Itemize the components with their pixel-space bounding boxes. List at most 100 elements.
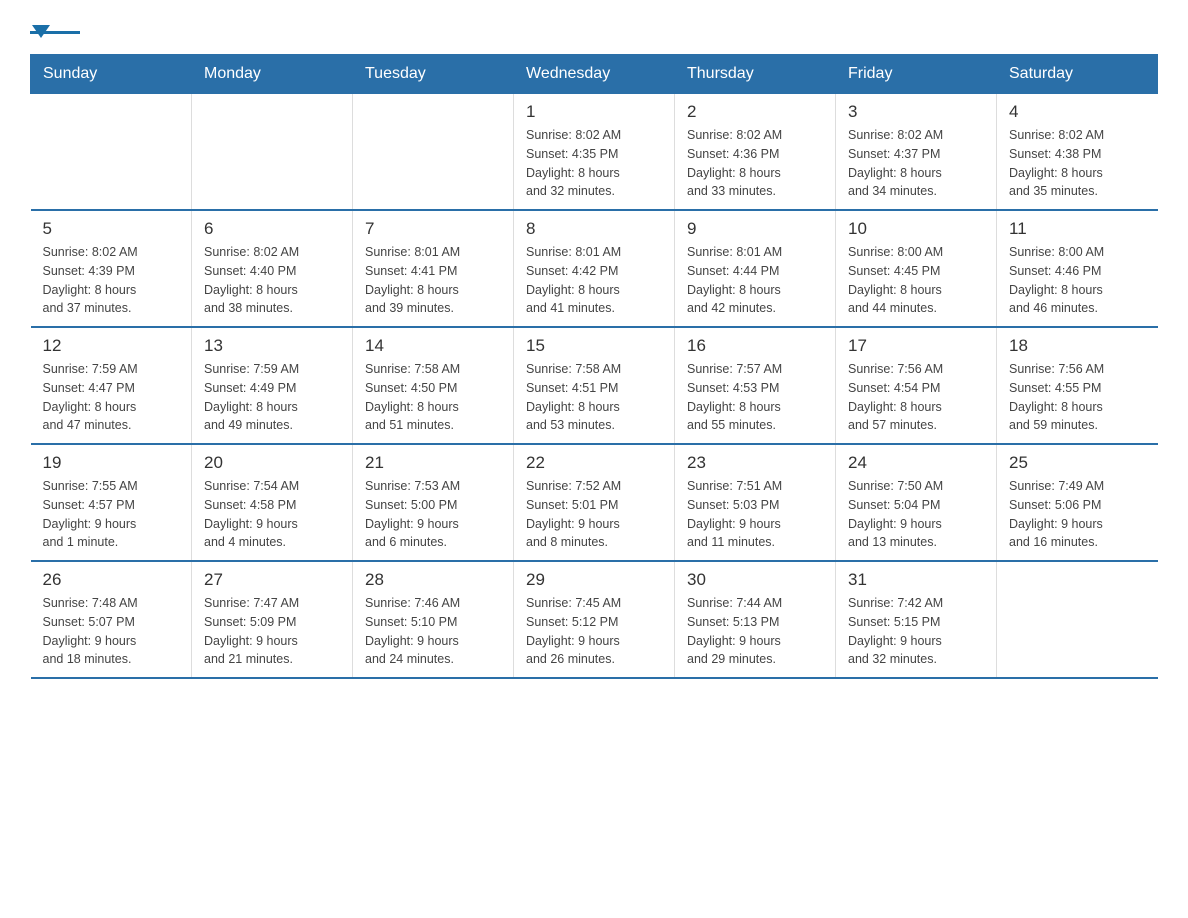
- day-number: 29: [526, 570, 662, 590]
- day-of-week-header: Friday: [836, 55, 997, 94]
- day-info: Sunrise: 8:02 AMSunset: 4:35 PMDaylight:…: [526, 126, 662, 201]
- calendar-day-cell: [192, 94, 353, 211]
- calendar-week-row: 26 Sunrise: 7:48 AMSunset: 5:07 PMDayligh…: [31, 561, 1158, 678]
- day-number: 30: [687, 570, 823, 590]
- calendar-day-cell: 24Sunrise: 7:50 AMSunset: 5:04 PMDayligh…: [836, 444, 997, 561]
- calendar-day-cell: 17 Sunrise: 7:56 AMSunset: 4:54 PMDayligh…: [836, 327, 997, 444]
- day-info: Sunrise: 7:44 AMSunset: 5:13 PMDaylight:…: [687, 594, 823, 669]
- day-number: 19: [43, 453, 180, 473]
- day-number: 4: [1009, 102, 1146, 122]
- day-number: 9: [687, 219, 823, 239]
- day-info: Sunrise: 8:02 AMSunset: 4:38 PMDaylight:…: [1009, 126, 1146, 201]
- calendar-week-row: 1Sunrise: 8:02 AMSunset: 4:35 PMDaylight…: [31, 94, 1158, 211]
- day-info: Sunrise: 7:46 AMSunset: 5:10 PMDaylight:…: [365, 594, 501, 669]
- day-number: 21: [365, 453, 501, 473]
- calendar-day-cell: 9 Sunrise: 8:01 AMSunset: 4:44 PMDaylight…: [675, 210, 836, 327]
- day-number: 26: [43, 570, 180, 590]
- day-info: Sunrise: 7:48 AMSunset: 5:07 PMDaylight:…: [43, 594, 180, 669]
- calendar-day-cell: 29 Sunrise: 7:45 AMSunset: 5:12 PMDayligh…: [514, 561, 675, 678]
- calendar-day-cell: 22 Sunrise: 7:52 AMSunset: 5:01 PMDayligh…: [514, 444, 675, 561]
- day-info: Sunrise: 7:56 AMSunset: 4:54 PMDaylight:…: [848, 360, 984, 435]
- calendar-day-cell: 11 Sunrise: 8:00 AMSunset: 4:46 PMDayligh…: [997, 210, 1158, 327]
- day-info: Sunrise: 7:54 AMSunset: 4:58 PMDaylight:…: [204, 477, 340, 552]
- day-info: Sunrise: 7:52 AMSunset: 5:01 PMDaylight:…: [526, 477, 662, 552]
- day-of-week-header: Sunday: [31, 55, 192, 94]
- calendar-day-cell: 31 Sunrise: 7:42 AMSunset: 5:15 PMDayligh…: [836, 561, 997, 678]
- page-header: [30, 20, 1158, 34]
- calendar-day-cell: 20 Sunrise: 7:54 AMSunset: 4:58 PMDayligh…: [192, 444, 353, 561]
- day-number: 17: [848, 336, 984, 356]
- day-of-week-header: Tuesday: [353, 55, 514, 94]
- calendar-day-cell: 8 Sunrise: 8:01 AMSunset: 4:42 PMDaylight…: [514, 210, 675, 327]
- day-number: 14: [365, 336, 501, 356]
- logo-triangle-icon: [32, 25, 50, 38]
- calendar-day-cell: 2 Sunrise: 8:02 AMSunset: 4:36 PMDaylight…: [675, 94, 836, 211]
- day-info: Sunrise: 7:45 AMSunset: 5:12 PMDaylight:…: [526, 594, 662, 669]
- day-info: Sunrise: 7:47 AMSunset: 5:09 PMDaylight:…: [204, 594, 340, 669]
- day-info: Sunrise: 8:00 AMSunset: 4:46 PMDaylight:…: [1009, 243, 1146, 318]
- calendar-day-cell: 13 Sunrise: 7:59 AMSunset: 4:49 PMDayligh…: [192, 327, 353, 444]
- day-info: Sunrise: 7:51 AMSunset: 5:03 PMDaylight:…: [687, 477, 823, 552]
- day-number: 31: [848, 570, 984, 590]
- day-info: Sunrise: 8:02 AMSunset: 4:37 PMDaylight:…: [848, 126, 984, 201]
- day-number: 3: [848, 102, 984, 122]
- day-number: 22: [526, 453, 662, 473]
- calendar-day-cell: 25Sunrise: 7:49 AMSunset: 5:06 PMDayligh…: [997, 444, 1158, 561]
- day-info: Sunrise: 7:58 AMSunset: 4:51 PMDaylight:…: [526, 360, 662, 435]
- calendar-day-cell: [997, 561, 1158, 678]
- day-number: 13: [204, 336, 340, 356]
- logo: [30, 20, 80, 34]
- day-number: 5: [43, 219, 180, 239]
- day-number: 12: [43, 336, 180, 356]
- day-number: 10: [848, 219, 984, 239]
- day-info: Sunrise: 8:01 AMSunset: 4:44 PMDaylight:…: [687, 243, 823, 318]
- calendar-week-row: 19 Sunrise: 7:55 AMSunset: 4:57 PMDayligh…: [31, 444, 1158, 561]
- calendar-day-cell: 4 Sunrise: 8:02 AMSunset: 4:38 PMDaylight…: [997, 94, 1158, 211]
- day-info: Sunrise: 8:02 AMSunset: 4:39 PMDaylight:…: [43, 243, 180, 318]
- calendar-day-cell: [31, 94, 192, 211]
- calendar-day-cell: 23 Sunrise: 7:51 AMSunset: 5:03 PMDayligh…: [675, 444, 836, 561]
- day-info: Sunrise: 7:42 AMSunset: 5:15 PMDaylight:…: [848, 594, 984, 669]
- day-info: Sunrise: 7:59 AMSunset: 4:47 PMDaylight:…: [43, 360, 180, 435]
- day-number: 6: [204, 219, 340, 239]
- calendar-week-row: 5 Sunrise: 8:02 AMSunset: 4:39 PMDaylight…: [31, 210, 1158, 327]
- day-number: 7: [365, 219, 501, 239]
- day-number: 27: [204, 570, 340, 590]
- day-number: 11: [1009, 219, 1146, 239]
- calendar-table: SundayMondayTuesdayWednesdayThursdayFrid…: [30, 54, 1158, 679]
- calendar-day-cell: 30 Sunrise: 7:44 AMSunset: 5:13 PMDayligh…: [675, 561, 836, 678]
- calendar-week-row: 12 Sunrise: 7:59 AMSunset: 4:47 PMDayligh…: [31, 327, 1158, 444]
- day-number: 20: [204, 453, 340, 473]
- day-info: Sunrise: 8:00 AMSunset: 4:45 PMDaylight:…: [848, 243, 984, 318]
- day-info: Sunrise: 7:53 AMSunset: 5:00 PMDaylight:…: [365, 477, 501, 552]
- day-number: 8: [526, 219, 662, 239]
- day-of-week-header: Monday: [192, 55, 353, 94]
- day-info: Sunrise: 8:01 AMSunset: 4:42 PMDaylight:…: [526, 243, 662, 318]
- day-info: Sunrise: 8:01 AMSunset: 4:41 PMDaylight:…: [365, 243, 501, 318]
- calendar-day-cell: 7 Sunrise: 8:01 AMSunset: 4:41 PMDaylight…: [353, 210, 514, 327]
- day-info: Sunrise: 7:49 AMSunset: 5:06 PMDaylight:…: [1009, 477, 1146, 552]
- day-info: Sunrise: 7:56 AMSunset: 4:55 PMDaylight:…: [1009, 360, 1146, 435]
- day-number: 18: [1009, 336, 1146, 356]
- day-info: Sunrise: 7:55 AMSunset: 4:57 PMDaylight:…: [43, 477, 180, 552]
- calendar-day-cell: 5 Sunrise: 8:02 AMSunset: 4:39 PMDaylight…: [31, 210, 192, 327]
- day-of-week-header: Saturday: [997, 55, 1158, 94]
- calendar-day-cell: 6 Sunrise: 8:02 AMSunset: 4:40 PMDaylight…: [192, 210, 353, 327]
- calendar-day-cell: 14Sunrise: 7:58 AMSunset: 4:50 PMDayligh…: [353, 327, 514, 444]
- day-info: Sunrise: 8:02 AMSunset: 4:40 PMDaylight:…: [204, 243, 340, 318]
- calendar-day-cell: [353, 94, 514, 211]
- day-info: Sunrise: 7:57 AMSunset: 4:53 PMDaylight:…: [687, 360, 823, 435]
- calendar-day-cell: 26 Sunrise: 7:48 AMSunset: 5:07 PMDayligh…: [31, 561, 192, 678]
- day-info: Sunrise: 7:59 AMSunset: 4:49 PMDaylight:…: [204, 360, 340, 435]
- day-number: 24: [848, 453, 984, 473]
- calendar-day-cell: 3 Sunrise: 8:02 AMSunset: 4:37 PMDaylight…: [836, 94, 997, 211]
- day-number: 23: [687, 453, 823, 473]
- day-of-week-header: Wednesday: [514, 55, 675, 94]
- day-number: 2: [687, 102, 823, 122]
- calendar-day-cell: 12 Sunrise: 7:59 AMSunset: 4:47 PMDayligh…: [31, 327, 192, 444]
- day-number: 16: [687, 336, 823, 356]
- day-number: 15: [526, 336, 662, 356]
- calendar-day-cell: 28 Sunrise: 7:46 AMSunset: 5:10 PMDayligh…: [353, 561, 514, 678]
- day-number: 28: [365, 570, 501, 590]
- day-info: Sunrise: 8:02 AMSunset: 4:36 PMDaylight:…: [687, 126, 823, 201]
